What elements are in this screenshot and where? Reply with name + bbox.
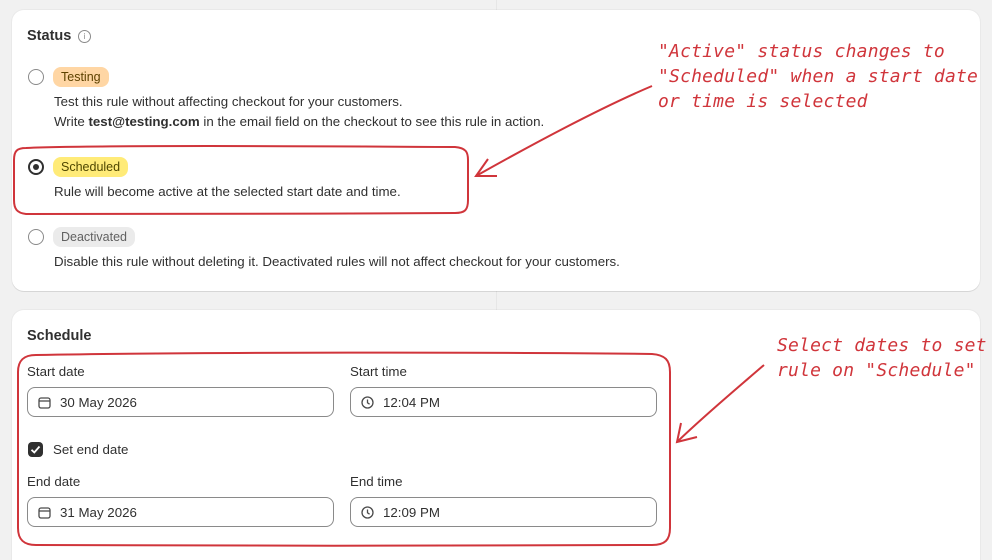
annotation-status-note: "Active" status changes to "Scheduled" w… <box>658 39 978 114</box>
badge-scheduled: Scheduled <box>53 157 129 177</box>
annotation-schedule-line: rule on "Schedule" <box>777 360 976 381</box>
start-time-value: 12:04 PM <box>383 395 440 410</box>
check-icon <box>30 445 41 454</box>
radio-testing[interactable] <box>28 69 44 85</box>
start-date-field[interactable]: 30 May 2026 <box>27 387 334 417</box>
info-icon[interactable]: i <box>78 30 91 43</box>
end-time-label: End time <box>350 474 403 489</box>
badge-deactivated: Deactivated <box>53 227 136 247</box>
start-date-label: Start date <box>27 364 85 379</box>
testing-description: Test this rule without affecting checkou… <box>54 94 403 109</box>
deactivated-description: Disable this rule without deleting it. D… <box>54 254 620 269</box>
end-time-field[interactable]: 12:09 PM <box>350 497 657 527</box>
radio-scheduled[interactable] <box>28 159 44 175</box>
annotation-schedule-line: Select dates to set <box>777 335 987 356</box>
clock-icon <box>361 506 374 519</box>
start-time-field[interactable]: 12:04 PM <box>350 387 657 417</box>
annotation-schedule-note: Select dates to set rule on "Schedule" <box>777 333 987 383</box>
badge-testing: Testing <box>53 67 109 87</box>
status-title: Status <box>27 28 72 44</box>
calendar-icon <box>38 507 51 519</box>
annotation-status-line: "Active" status changes to <box>658 41 945 62</box>
schedule-title: Schedule <box>27 328 92 344</box>
annotation-status-line: "Scheduled" when a start date <box>658 66 979 87</box>
end-time-value: 12:09 PM <box>383 505 440 520</box>
end-date-label: End date <box>27 474 81 489</box>
annotation-status-line: or time is selected <box>658 91 868 112</box>
calendar-icon <box>38 397 51 409</box>
start-date-value: 30 May 2026 <box>60 395 137 410</box>
set-end-date-checkbox[interactable] <box>28 442 43 457</box>
radio-deactivated[interactable] <box>28 229 44 245</box>
end-date-field[interactable]: 31 May 2026 <box>27 497 334 527</box>
start-time-label: Start time <box>350 364 407 379</box>
testing-description-email-line: Write test@testing.com in the email fiel… <box>54 114 545 129</box>
set-end-date-label[interactable]: Set end date <box>53 442 128 457</box>
clock-icon <box>361 396 374 409</box>
scheduled-description: Rule will become active at the selected … <box>54 184 401 199</box>
end-date-value: 31 May 2026 <box>60 505 137 520</box>
test-email: test@testing.com <box>88 114 200 129</box>
